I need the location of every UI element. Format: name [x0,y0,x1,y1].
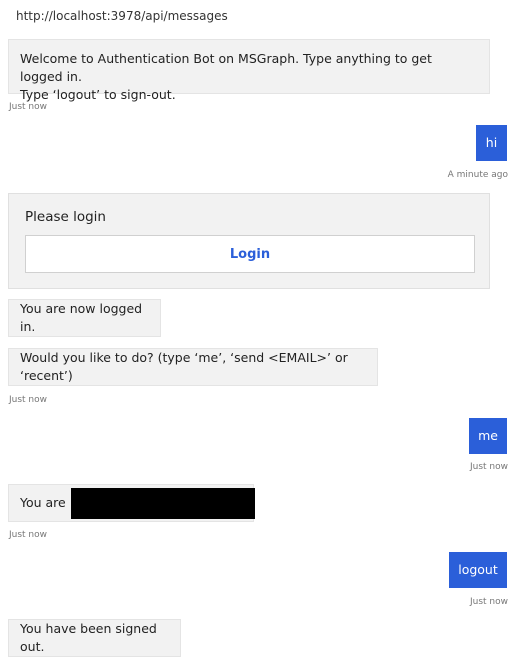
redaction-block [71,488,255,519]
user-message-logout-text: logout [458,562,498,577]
login-card-title: Please login [25,209,106,225]
logged-in-text: You are now logged in. [20,301,143,334]
you-are-text: You are [20,495,66,510]
login-card: Please login Login [8,193,490,289]
user-message-me: me [469,418,507,454]
timestamp-hi: A minute ago [447,170,508,180]
bot-message-you-are: You are [8,484,255,522]
timestamp-me: Just now [469,462,508,472]
bot-message-prompt: Would you like to do? (type ‘me’, ‘send … [8,348,378,386]
endpoint-url: http://localhost:3978/api/messages [16,9,228,23]
chat-transcript: http://localhost:3978/api/messages Welco… [0,0,518,666]
login-button[interactable]: Login [25,235,475,273]
user-message-hi-text: hi [485,135,498,150]
timestamp-logout: Just now [469,597,508,607]
user-message-logout: logout [449,552,507,588]
welcome-line-1: Welcome to Authentication Bot on MSGraph… [20,51,432,84]
signed-out-text: You have been signed out. [20,621,157,654]
timestamp-you-are: Just now [9,530,48,540]
user-message-me-text: me [478,428,498,443]
bot-message-logged-in: You are now logged in. [8,299,161,337]
timestamp-prompt: Just now [9,395,48,405]
prompt-text: Would you like to do? (type ‘me’, ‘send … [20,350,348,383]
welcome-line-2: Type ‘logout’ to sign-out. [20,87,176,102]
timestamp-welcome: Just now [9,102,48,112]
bot-message-signed-out: You have been signed out. [8,619,181,657]
bot-message-welcome: Welcome to Authentication Bot on MSGraph… [8,39,490,102]
user-message-hi: hi [476,125,507,161]
